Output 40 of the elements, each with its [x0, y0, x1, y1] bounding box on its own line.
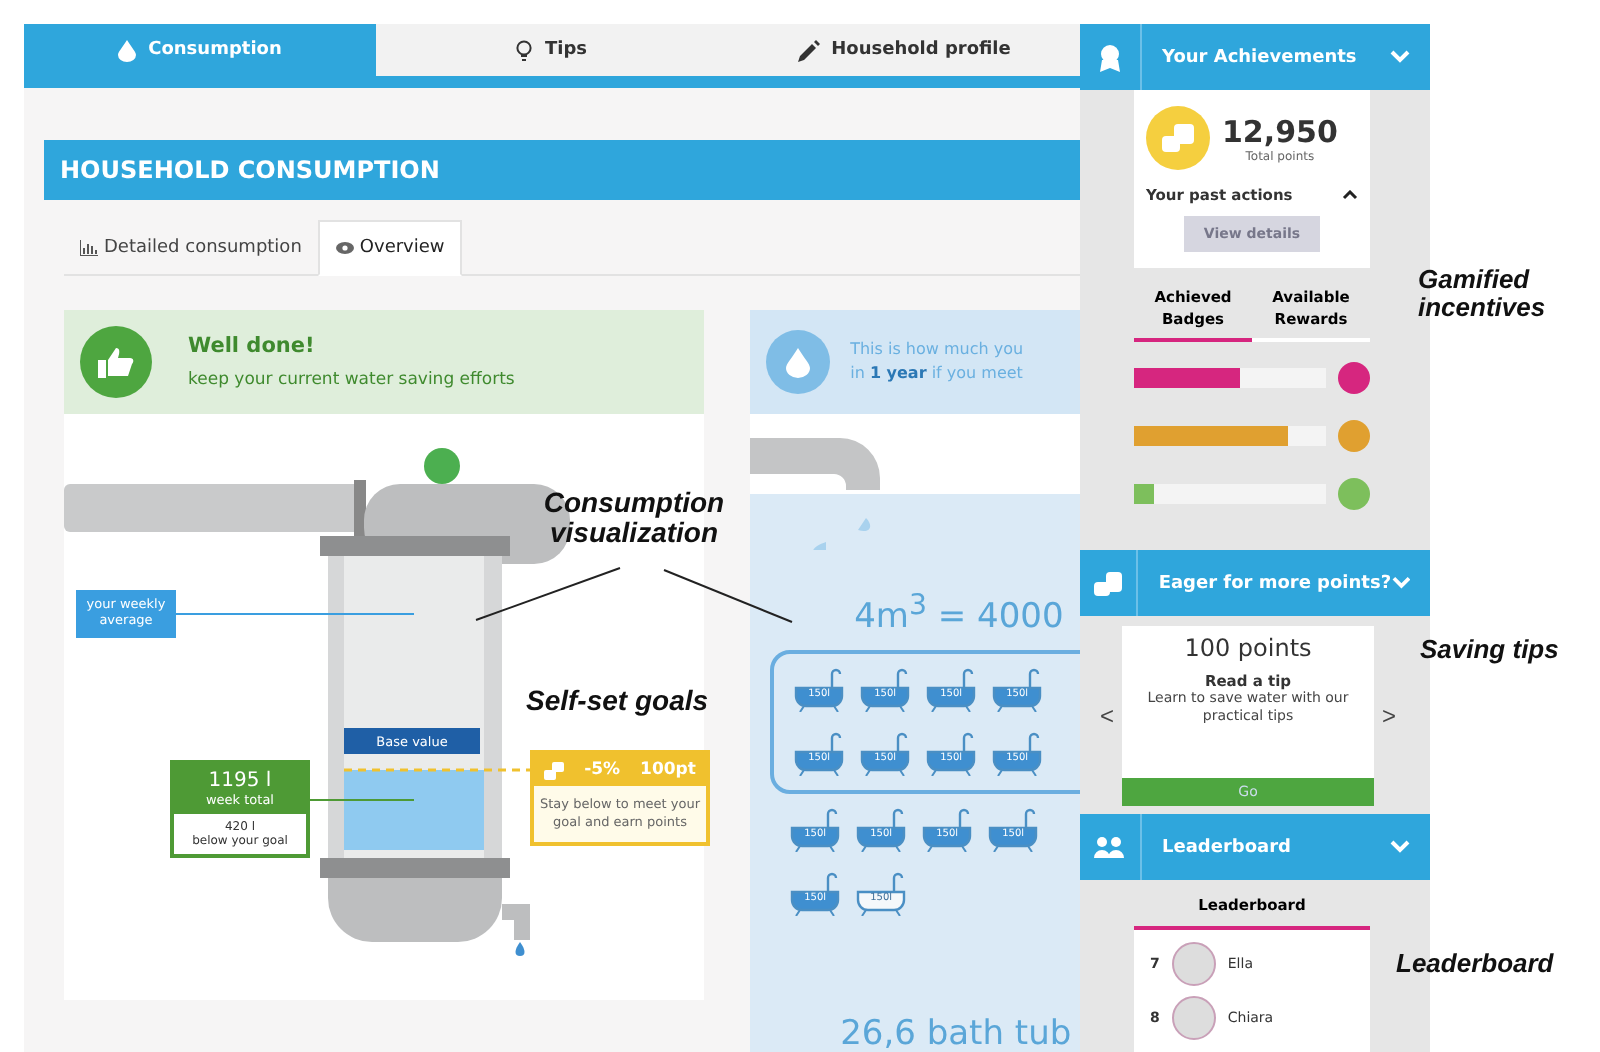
goal-percent: -5% — [584, 760, 621, 780]
view-tab[interactable]: Detailed consumption — [64, 220, 318, 274]
thumbs-up-icon — [80, 326, 152, 398]
section-title: Your Achievements — [1160, 47, 1359, 67]
water-drop-icon — [766, 330, 831, 394]
annotation-label: Gamified incentives — [1418, 266, 1548, 324]
points-total: 12,950 — [1222, 113, 1338, 149]
annotation-label: Consumption visualization — [541, 488, 727, 550]
eye-icon — [335, 242, 354, 254]
avatar — [1171, 996, 1216, 1040]
lightbulb-icon — [516, 39, 533, 61]
caret-up-icon[interactable] — [1342, 190, 1358, 200]
avatar — [1171, 942, 1216, 986]
volume-equation: 4m$^{3}$ = 4000 — [854, 590, 1064, 638]
water-drop-icon — [118, 39, 137, 61]
people-icon — [1094, 836, 1126, 858]
annotation-label: Self-set goals — [526, 686, 709, 717]
award-icon — [1098, 43, 1122, 71]
goal-points: 100pt — [640, 760, 696, 780]
annotation-label: Saving tips — [1420, 636, 1559, 665]
panel-title: HOUSEHOLD CONSUMPTION — [44, 140, 1080, 200]
previous-button[interactable]: < — [1100, 701, 1115, 730]
chevron-down-icon[interactable] — [1391, 576, 1410, 591]
info-text: in 1 year if you meet — [850, 362, 1024, 386]
annotation-label: Leaderboard — [1396, 950, 1554, 979]
week-total-value: 1195 l — [206, 770, 274, 792]
pencil-icon — [797, 39, 820, 61]
chevron-down-icon[interactable] — [1390, 50, 1410, 64]
bathtub-summary: 26,6 bath tub — [840, 1014, 1072, 1052]
next-button[interactable]: > — [1381, 701, 1396, 730]
section-title: Eager for more points? — [1156, 573, 1392, 594]
bar-chart-icon — [80, 239, 98, 255]
section-title: Leaderboard — [1160, 837, 1293, 857]
banner-title: Well done! — [188, 334, 317, 358]
banner-message: keep your current water saving efforts — [188, 370, 515, 390]
leader-line — [663, 569, 793, 623]
info-text: This is how much you — [850, 338, 1024, 362]
chevron-down-icon[interactable] — [1390, 840, 1410, 854]
view-tab[interactable]: Overview — [317, 220, 463, 276]
tip-points: 100 points — [1184, 633, 1312, 662]
